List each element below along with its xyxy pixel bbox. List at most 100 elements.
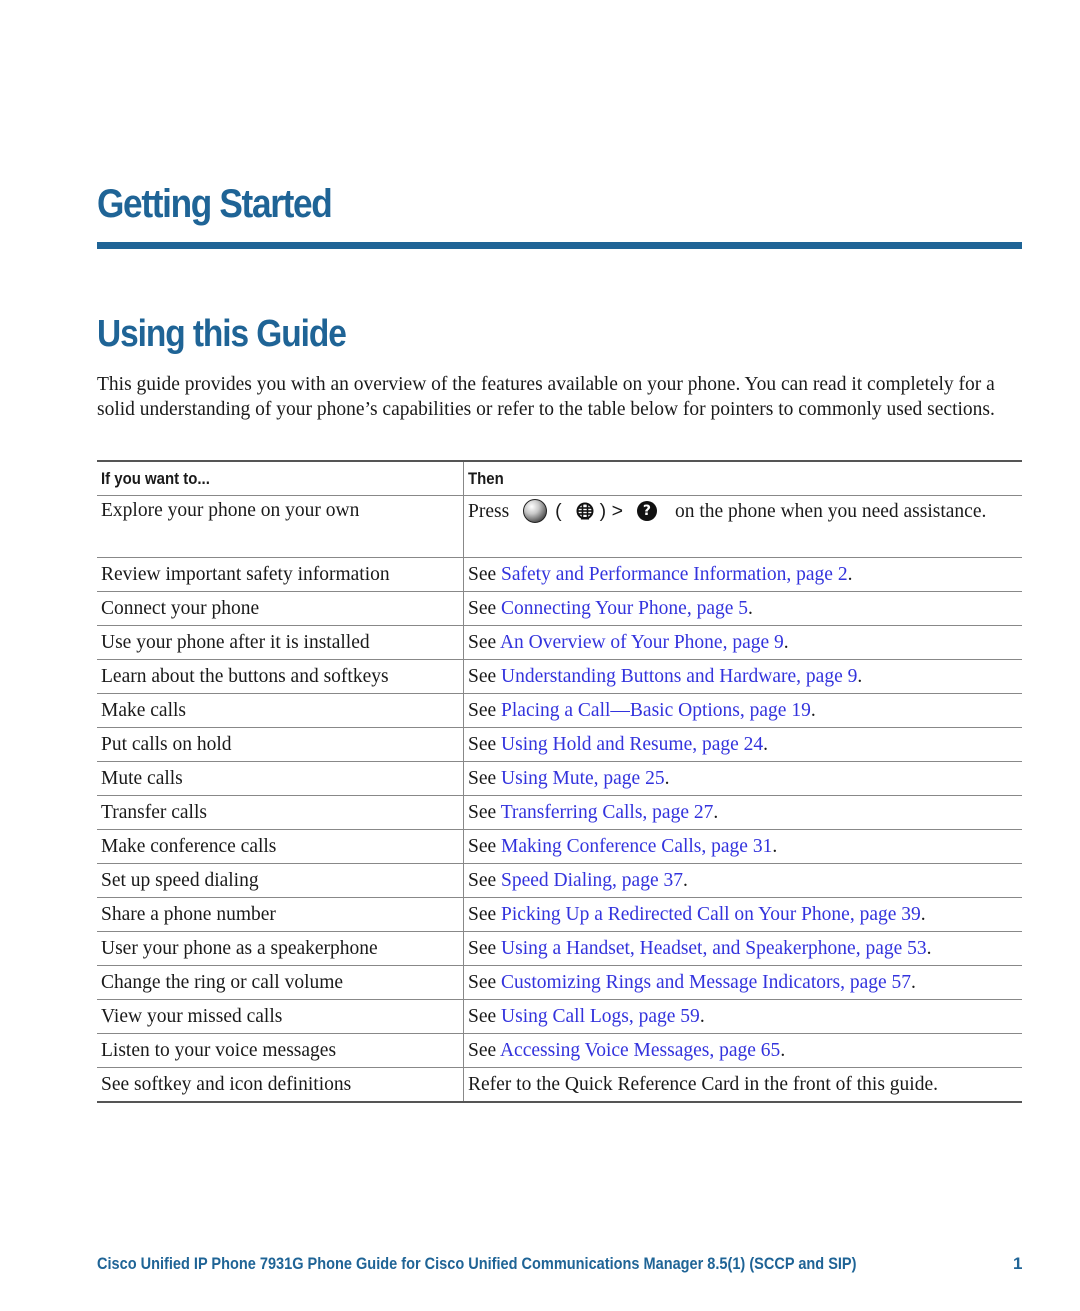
section-link[interactable]: Picking Up a Redirected Call on Your Pho… <box>501 904 921 925</box>
table-row: Put calls on hold See Using Hold and Resu… <box>97 727 1022 762</box>
period: . <box>783 631 789 653</box>
section-link[interactable]: Speed Dialing, page 37 <box>501 870 683 891</box>
section-link[interactable]: Connecting Your Phone, page 5 <box>501 598 748 619</box>
table-row: Make calls See Placing a Call—Basic Optio… <box>97 693 1022 728</box>
section-link[interactable]: Making Conference Calls, page 31 <box>501 836 772 857</box>
row-want: Use your phone after it is installed <box>97 625 464 660</box>
see-prefix: See <box>468 699 502 721</box>
table-row: Set up speed dialing See Speed Dialing, p… <box>97 863 1022 898</box>
see-prefix: See <box>468 801 501 823</box>
row-then: See Using Call Logs, page 59. <box>463 999 1022 1034</box>
row-want: User your phone as a speakerphone <box>97 931 464 966</box>
period: . <box>748 597 753 619</box>
see-prefix: See <box>468 971 502 993</box>
table-row: View your missed calls See Using Call Log… <box>97 999 1022 1034</box>
section-link[interactable]: Accessing Voice Messages, page 65 <box>500 1040 780 1061</box>
section-link[interactable]: An Overview of Your Phone, page 9 <box>500 632 784 653</box>
row-want: Make conference calls <box>97 829 464 864</box>
see-prefix: See <box>468 563 502 585</box>
period: . <box>683 869 688 891</box>
row-then: See Making Conference Calls, page 31. <box>463 829 1022 864</box>
row-then: Refer to the Quick Reference Card in the… <box>468 1073 939 1095</box>
open-paren: ( <box>555 500 562 522</box>
table-row: Explore your phone on your own Press ( ) … <box>97 495 1022 558</box>
table-row: Change the ring or call volume See Custom… <box>97 965 1022 1000</box>
see-prefix: See <box>468 733 502 755</box>
table-row: Listen to your voice messages See Accessi… <box>97 1033 1022 1068</box>
row-want: Connect your phone <box>97 591 464 626</box>
section-link[interactable]: Using a Handset, Headset, and Speakerpho… <box>501 938 927 959</box>
row-then: See Using a Handset, Headset, and Speake… <box>463 931 1022 966</box>
row-want: Set up speed dialing <box>97 863 464 898</box>
row-want: Learn about the buttons and softkeys <box>97 659 464 694</box>
press-text: Press <box>468 501 510 522</box>
table-row: Make conference calls See Making Conferen… <box>97 829 1022 864</box>
table-row: Learn about the buttons and softkeys See … <box>97 659 1022 694</box>
see-prefix: See <box>468 631 500 653</box>
period: . <box>664 767 670 789</box>
row-then: See Connecting Your Phone, page 5. <box>463 591 1022 626</box>
see-prefix: See <box>468 903 502 925</box>
chapter-title-rule <box>97 242 1022 249</box>
row-want: Review important safety information <box>97 557 464 592</box>
section-link[interactable]: Understanding Buttons and Hardware, page… <box>501 666 857 687</box>
row-then: See Using Hold and Resume, page 24. <box>463 727 1022 762</box>
globe-icon <box>576 502 594 520</box>
see-prefix: See <box>468 1039 500 1061</box>
period: . <box>810 699 816 721</box>
row-then: See Understanding Buttons and Hardware, … <box>463 659 1022 694</box>
row-then: See Using Mute, page 25. <box>463 761 1022 796</box>
close-paren-arrow: ) > <box>599 500 623 522</box>
table-header-row: If you want to... Then <box>97 461 1022 496</box>
applications-button-icon <box>523 498 548 523</box>
row-want: Change the ring or call volume <box>97 965 464 1000</box>
row-then: See An Overview of Your Phone, page 9. <box>463 625 1022 660</box>
period: . <box>772 835 778 857</box>
row-want: Mute calls <box>97 761 464 796</box>
section-link[interactable]: Using Hold and Resume, page 24 <box>501 734 763 755</box>
period: . <box>699 1005 705 1027</box>
guide-table: If you want to... Then Explore your phon… <box>97 460 1022 1103</box>
section-link[interactable]: Customizing Rings and Message Indicators… <box>501 972 911 993</box>
header-then: Then <box>463 461 1022 496</box>
row-want: Put calls on hold <box>97 727 464 762</box>
row-then: See Safety and Performance Information, … <box>463 557 1022 592</box>
period: . <box>911 971 916 993</box>
row-then: See Transferring Calls, page 27. <box>463 795 1022 830</box>
see-prefix: See <box>468 835 502 857</box>
row-then: See Customizing Rings and Message Indica… <box>463 965 1022 1000</box>
see-prefix: See <box>468 665 502 687</box>
section-link[interactable]: Safety and Performance Information, page… <box>501 564 848 585</box>
row-then: See Accessing Voice Messages, page 65. <box>463 1033 1022 1068</box>
period: . <box>780 1039 786 1061</box>
period: . <box>920 903 926 925</box>
section-link[interactable]: Using Call Logs, page 59 <box>501 1006 700 1027</box>
see-prefix: See <box>468 767 502 789</box>
table-row: Transfer calls See Transferring Calls, pa… <box>97 795 1022 830</box>
table-row: Mute calls See Using Mute, page 25. <box>97 761 1022 796</box>
after-icons-text: on the phone when you need assistance. <box>674 501 987 522</box>
page-number: 1 <box>1013 1254 1023 1273</box>
table-row: User your phone as a speakerphone See Usi… <box>97 931 1022 966</box>
intro-paragraph: This guide provides you with an overview… <box>97 374 995 420</box>
section-link[interactable]: Transferring Calls, page 27 <box>501 802 714 823</box>
table-row: Use your phone after it is installed See … <box>97 625 1022 660</box>
period: . <box>763 733 769 755</box>
footer-title: Cisco Unified IP Phone 7931G Phone Guide… <box>97 1254 857 1273</box>
row-want: See softkey and icon definitions <box>97 1067 464 1102</box>
table-row: Review important safety information See S… <box>97 557 1022 592</box>
row-then: See Picking Up a Redirected Call on Your… <box>463 897 1022 932</box>
row-want: Make calls <box>97 693 464 728</box>
period: . <box>857 665 863 687</box>
section-title: Using this Guide <box>97 313 347 355</box>
row-want: Listen to your voice messages <box>97 1033 464 1068</box>
section-link[interactable]: Using Mute, page 25 <box>501 768 665 789</box>
period: . <box>847 563 853 585</box>
see-prefix: See <box>468 869 502 891</box>
section-link[interactable]: Placing a Call—Basic Options, page 19 <box>501 700 811 721</box>
period: . <box>926 937 932 959</box>
see-prefix: See <box>468 937 502 959</box>
row-then: See Speed Dialing, page 37. <box>463 863 1022 898</box>
see-prefix: See <box>468 1005 502 1027</box>
row-want: Explore your phone on your own <box>97 495 464 558</box>
